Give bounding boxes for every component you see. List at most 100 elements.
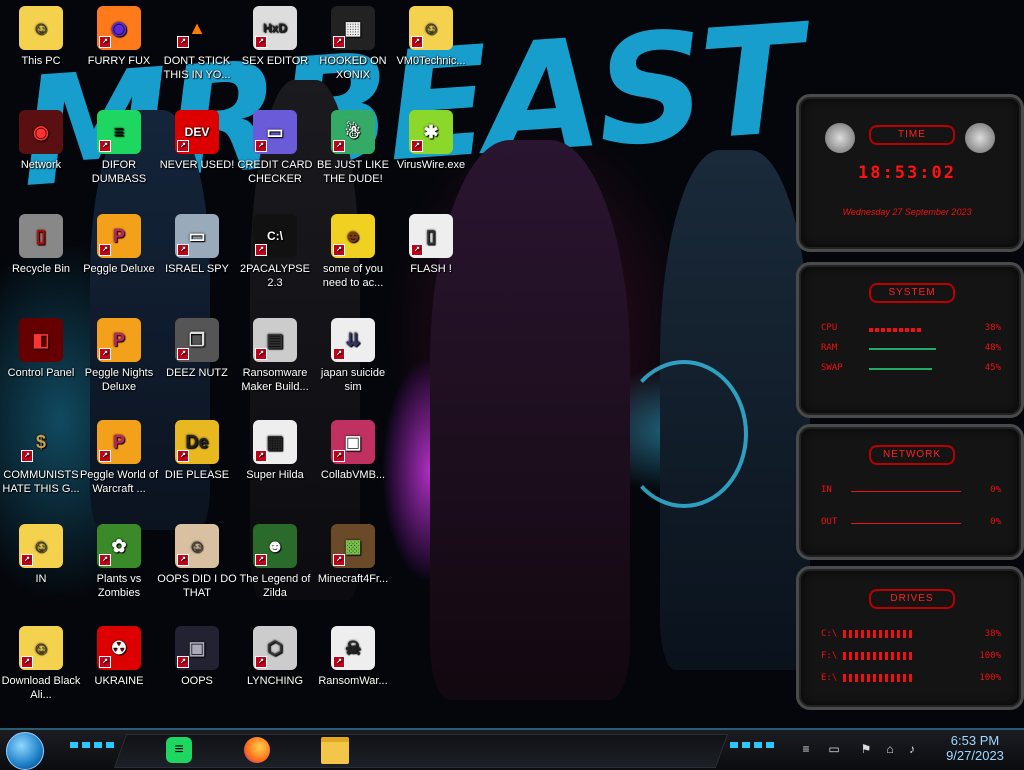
swap-bar [869,368,932,370]
shortcut-arrow-icon: ↗ [99,348,111,360]
desktop-icon[interactable]: ▭ ↗ ISRAEL SPY [156,208,238,308]
desktop-icon-label: FURRY FUX [87,55,151,67]
desktop-icon[interactable]: ⬡ ↗ LYNCHING [234,620,316,720]
desktop-icon-label: BE JUST LIKE THE DUDE! [317,159,389,185]
desktop-icon[interactable]: ▦ ↗ Super Hilda [234,414,316,514]
desktop-icon[interactable]: HxD ↗ SEX EDITOR [234,0,316,100]
tray-network-icon[interactable]: ⌂ [882,742,898,756]
file-explorer-icon[interactable] [318,734,352,766]
desktop-icon[interactable]: ▦ ↗ HOOKED ON XONIX [312,0,394,100]
desktop-icon[interactable]: ✱ ↗ VirusWire.exe [390,104,472,204]
desktop-icon-image: ▭ ↗ [175,214,219,258]
desktop-icon[interactable]: ▤ ↗ Ransomware Maker Build... [234,312,316,412]
desktop-icon[interactable]: $ ↗ COMMUNISTS HATE THIS G... [0,414,82,514]
desktop-icon[interactable]: ≡ ↗ DIFOR DUMBASS [78,104,160,204]
shortcut-arrow-icon: ↗ [333,450,345,462]
cpu-row: CPU 38% [821,323,1001,337]
shortcut-arrow-icon: ↗ [99,140,111,152]
start-button[interactable] [6,732,44,770]
desktop-icon[interactable]: ✿ ↗ Plants vs Zombies [78,518,160,618]
desktop-icon[interactable]: ☻ ↗ The Legend of Zilda [234,518,316,618]
network-out-row: OUT 0% [821,517,1001,531]
swap-percent: 45% [984,363,1001,373]
shortcut-arrow-icon: ↗ [21,656,33,668]
shortcut-arrow-icon: ↗ [21,554,33,566]
drive-e-bar [843,674,913,682]
desktop-icon[interactable]: ◉ ↗ FURRY FUX [78,0,160,100]
drive-e-percent: 100% [979,673,1001,683]
desktop-icon[interactable]: ☺ ↗ VM0Technic... [390,0,472,100]
drive-e-row: E:\ 100% [821,673,1001,687]
desktop-icon[interactable]: ☺ ↗ OOPS DID I DO THAT [156,518,238,618]
network-widget: NETWORK IN 0% OUT 0% [796,424,1024,560]
time-widget: TIME 18:53:02 Wednesday 27 September 202… [796,94,1024,252]
desktop-icon[interactable]: ☠ ↗ RansomWar... [312,620,394,720]
desktop-icon[interactable]: C:\ ↗ 2PACALYPSE 2.3 [234,208,316,308]
desktop-icon[interactable]: P ↗ Peggle Deluxe [78,208,160,308]
system-title: SYSTEM [869,283,955,303]
drive-f-bar [843,652,913,660]
desktop-icon[interactable]: ▯ Recycle Bin [0,208,82,308]
desktop-icon[interactable]: ▩ ↗ Minecraft4Fr... [312,518,394,618]
folder-logo [321,736,349,764]
taskbar-deco-left [70,742,116,748]
desktop-icon[interactable]: ▭ ↗ CREDIT CARD CHECKER [234,104,316,204]
taskbar-time: 6:53 PM [950,733,1000,748]
shortcut-arrow-icon: ↗ [255,450,267,462]
firefox-icon[interactable] [240,734,274,766]
drive-f-label: F:\ [821,651,838,661]
desktop-icon[interactable]: ☢ ↗ UKRAINE [78,620,160,720]
desktop-icon-image: ✿ ↗ [97,524,141,568]
shortcut-arrow-icon: ↗ [255,244,267,256]
desktop-icon-image: ▩ ↗ [331,524,375,568]
desktop-icon[interactable]: ▯ ↗ FLASH ! [390,208,472,308]
desktop-icon[interactable]: ▲ ↗ DONT STICK THIS IN YO... [156,0,238,100]
desktop-icon[interactable]: ☻ ↗ some of you need to ac... [312,208,394,308]
shortcut-arrow-icon: ↗ [255,348,267,360]
desktop-icon-label: IN [35,573,47,585]
tray-flag-icon[interactable]: ⚑ [858,742,874,756]
tray-overflow-icon[interactable]: ≡ [798,742,814,756]
desktop-icon-label: DEEZ NUTZ [166,367,228,379]
desktop-icon-label: Peggle World of Warcraft ... [79,469,159,495]
desktop-icon-label: DIE PLEASE [164,469,230,481]
tray-volume-icon[interactable]: ♪ [904,742,920,756]
desktop-icon-image: ▦ ↗ [331,6,375,50]
desktop-icon[interactable]: DEV ↗ NEVER USED! [156,104,238,204]
desktop-icon[interactable]: ▣ ↗ CollabVMB... [312,414,394,514]
wallpaper-glow-ring [620,360,748,508]
desktop-icon[interactable]: ◧ Control Panel [0,312,82,412]
desktop-icon[interactable]: ❐ ↗ DEEZ NUTZ [156,312,238,412]
desktop-icon-label: SEX EDITOR [241,55,309,67]
alien-logo-right-icon [965,123,995,153]
taskbar-clock[interactable]: 6:53 PM 9/27/2023 [930,730,1020,770]
tray-gpu-icon[interactable]: ▭ [826,742,842,756]
desktop-icon-label: HOOKED ON XONIX [319,55,387,81]
desktop-icon-image: ☺ ↗ [19,626,63,670]
desktop-icon-label: NEVER USED! [159,159,235,171]
desktop-icon[interactable]: ☺ ↗ Download Black Ali... [0,620,82,720]
desktop-icon[interactable]: De ↗ DIE PLEASE [156,414,238,514]
desktop-icon-image: ⬡ ↗ [253,626,297,670]
desktop-icon[interactable]: P ↗ Peggle World of Warcraft ... [78,414,160,514]
time-title: TIME [869,125,955,145]
desktop-icon-label: OOPS DID I DO THAT [157,573,237,599]
network-out-label: OUT [821,517,838,527]
desktop-icon-label: The Legend of Zilda [239,573,311,599]
desktop-icon-image: ☺ ↗ [409,6,453,50]
taskbar: ≡ ≡ ▭ ⚑ ⌂ ♪ 6:53 PM 9/27/2023 [0,728,1024,770]
desktop-icon[interactable]: ☺ ↗ IN [0,518,82,618]
desktop-icon[interactable]: ☃ ↗ BE JUST LIKE THE DUDE! [312,104,394,204]
desktop-icon[interactable]: ⇊ ↗ japan suicide sim [312,312,394,412]
shortcut-arrow-icon: ↗ [99,554,111,566]
desktop-icon[interactable]: P ↗ Peggle Nights Deluxe [78,312,160,412]
spotify-icon[interactable]: ≡ [162,734,196,766]
desktop-icon-label: UKRAINE [94,675,144,687]
drive-f-percent: 100% [979,651,1001,661]
desktop-icon[interactable]: ▣ ↗ OOPS [156,620,238,720]
ram-row: RAM 48% [821,343,1001,357]
desktop-icon[interactable]: ☺ This PC [0,0,82,100]
desktop-icon-image: $ ↗ [19,420,63,464]
desktop-icon[interactable]: ◉ Network [0,104,82,204]
network-in-label: IN [821,485,832,495]
